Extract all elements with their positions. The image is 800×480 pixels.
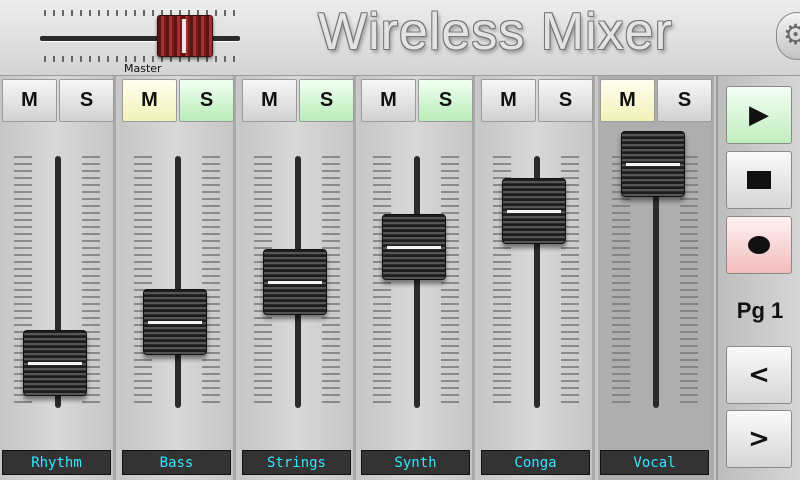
next-page-button[interactable]: > [726, 410, 792, 468]
record-button[interactable] [726, 216, 792, 274]
fader-ticks-left [134, 156, 152, 406]
master-fader-knob[interactable] [157, 15, 213, 57]
mute-button-vocal[interactable]: M [600, 79, 655, 122]
mute-button-rhythm[interactable]: M [2, 79, 57, 122]
fader-track-bass[interactable] [175, 156, 181, 408]
fader-ticks-right [441, 156, 459, 406]
mute-button-bass[interactable]: M [122, 79, 177, 122]
channel-strip-vocal: M S Vocal [598, 76, 714, 480]
channel-label-strings: Strings [242, 450, 351, 475]
fader-knob-synth[interactable] [382, 213, 446, 280]
play-icon: ▶ [749, 100, 769, 130]
channel-label-rhythm: Rhythm [2, 450, 111, 475]
channel-label-synth: Synth [361, 450, 470, 475]
app-title: Wireless Mixer [318, 3, 673, 61]
fader-ticks-right [202, 156, 220, 406]
channel-label-vocal: Vocal [600, 450, 709, 475]
chevron-left-icon: < [748, 360, 770, 390]
fader-knob-vocal[interactable] [621, 130, 685, 197]
channel-strip-conga: M S Conga [479, 76, 595, 480]
gear-icon: ⚙ [783, 18, 800, 51]
solo-button-strings[interactable]: S [299, 79, 354, 122]
mute-button-synth[interactable]: M [361, 79, 416, 122]
fader-knob-conga[interactable] [502, 178, 566, 245]
prev-page-button[interactable]: < [726, 346, 792, 404]
channel-strip-rhythm: M S Rhythm [0, 76, 116, 480]
mute-button-strings[interactable]: M [242, 79, 297, 122]
settings-button[interactable]: ⚙ [776, 12, 800, 60]
solo-button-synth[interactable]: S [418, 79, 473, 122]
fader-knob-rhythm[interactable] [23, 329, 87, 396]
solo-button-rhythm[interactable]: S [59, 79, 114, 122]
master-label: Master [124, 62, 162, 75]
fader-ticks-left [373, 156, 391, 406]
header-bar: Master Wireless Mixer ⚙ [0, 0, 800, 76]
fader-track-synth[interactable] [414, 156, 420, 408]
channel-strip-bass: M S Bass [120, 76, 236, 480]
fader-knob-bass[interactable] [143, 289, 207, 356]
stop-button[interactable] [726, 151, 792, 209]
channel-label-conga: Conga [481, 450, 590, 475]
channel-strip-synth: M S Synth [359, 76, 475, 480]
fader-knob-strings[interactable] [263, 249, 327, 315]
solo-button-bass[interactable]: S [179, 79, 234, 122]
channel-strip-strings: M S Strings [240, 76, 356, 480]
page-indicator: Pg 1 [736, 298, 784, 323]
mute-button-conga[interactable]: M [481, 79, 536, 122]
record-icon [748, 236, 770, 254]
solo-button-vocal[interactable]: S [657, 79, 712, 122]
channel-label-bass: Bass [122, 450, 231, 475]
solo-button-conga[interactable]: S [538, 79, 593, 122]
chevron-right-icon: > [748, 424, 770, 454]
master-fader[interactable]: Master [40, 4, 244, 75]
transport-panel: ▶ Pg 1 < > [716, 76, 800, 480]
play-button[interactable]: ▶ [726, 86, 792, 144]
stop-icon [747, 171, 771, 189]
